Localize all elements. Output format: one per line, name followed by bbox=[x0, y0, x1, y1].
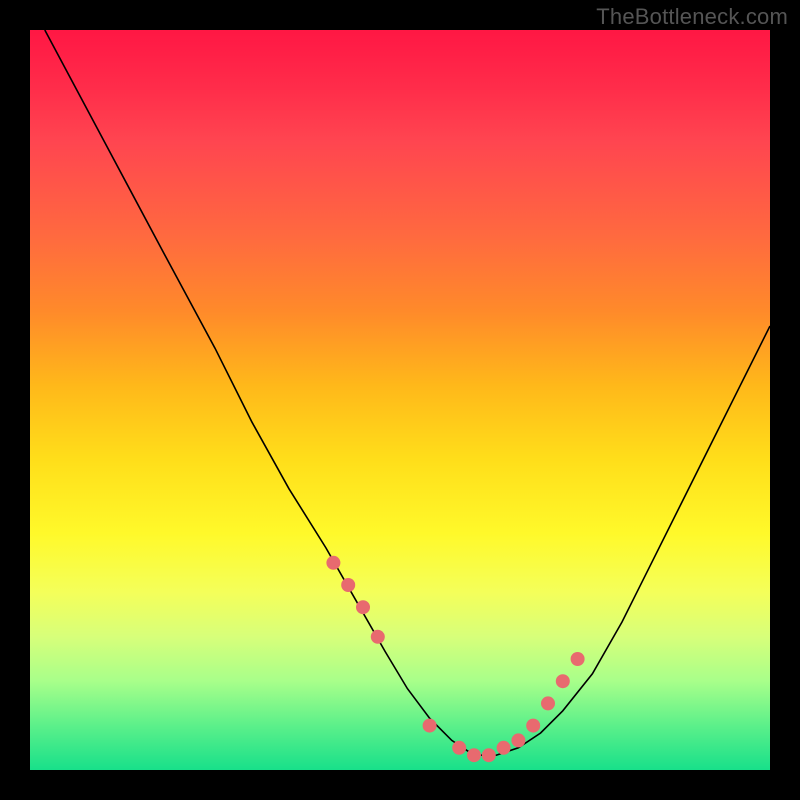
gradient-background bbox=[30, 30, 770, 770]
plot-area bbox=[30, 30, 770, 770]
watermark-text: TheBottleneck.com bbox=[596, 4, 788, 30]
